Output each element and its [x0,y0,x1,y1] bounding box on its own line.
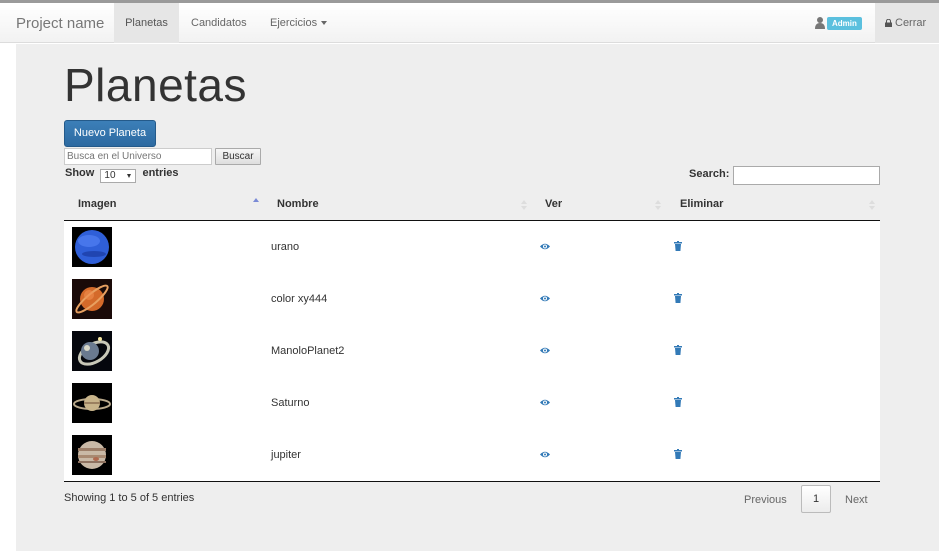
page-title: Planetas [64,59,248,111]
column-header-nombre[interactable]: Nombre [277,198,319,210]
table-header: Imagen Nombre Ver Eliminar [64,190,880,221]
planet-name: color xy444 [271,293,328,305]
user-badge[interactable]: Admin [827,17,862,30]
user-icon [815,17,825,29]
eye-icon[interactable] [540,450,550,459]
table-body: urano color xy444 ManoloPlanet2 Saturno [64,221,880,481]
planet-thumbnail [72,331,112,371]
nav-item-candidatos[interactable]: Candidatos [191,3,247,43]
table-row: urano [64,221,880,273]
universe-search-input[interactable] [64,148,212,165]
eye-icon[interactable] [540,346,550,355]
planet-name: urano [271,241,300,253]
planet-thumbnail [72,279,112,319]
table-row: jupiter [64,429,880,481]
pagination-previous[interactable]: Previous [744,494,787,506]
entries-select[interactable]: 10 [100,169,137,183]
planets-table: Imagen Nombre Ver Eliminar urano color x… [64,190,880,481]
nav-item-ejercicios-label: Ejercicios [270,17,318,29]
lock-icon [885,19,892,27]
length-prefix: Show [65,167,95,179]
pagination-next[interactable]: Next [845,494,868,506]
trash-icon[interactable] [674,241,682,251]
brand-link[interactable]: Project name [16,15,104,32]
chevron-down-icon [321,21,328,26]
column-header-ver[interactable]: Ver [545,198,562,210]
table-row: Saturno [64,377,880,429]
table-bottom-border [64,481,880,482]
nav-item-planetas[interactable]: Planetas [114,3,179,43]
new-planet-button[interactable]: Nuevo Planeta [64,120,156,147]
planet-name: Saturno [271,397,310,409]
column-header-imagen[interactable]: Imagen [78,198,117,210]
trash-icon[interactable] [674,449,682,459]
table-row: ManoloPlanet2 [64,325,880,377]
trash-icon[interactable] [674,293,682,303]
trash-icon[interactable] [674,397,682,407]
planet-name: jupiter [271,449,301,461]
column-header-eliminar[interactable]: Eliminar [680,198,723,210]
pagination-page-1[interactable]: 1 [801,485,831,513]
search-button[interactable]: Buscar [215,148,261,165]
planet-thumbnail [72,435,112,475]
sort-both-icon [869,200,875,210]
length-control: Show 10 entries [65,167,179,183]
table-row: color xy444 [64,273,880,325]
entries-select-value: 10 [104,170,116,181]
planet-thumbnail [72,227,112,267]
planet-thumbnail [72,383,112,423]
trash-icon[interactable] [674,345,682,355]
sort-both-icon [521,200,527,210]
logout-label: Cerrar [895,17,927,29]
sort-asc-icon [253,198,259,202]
table-info: Showing 1 to 5 of 5 entries [64,492,195,504]
logout-button[interactable]: Cerrar [875,3,939,43]
eye-icon[interactable] [540,242,550,251]
planet-name: ManoloPlanet2 [271,345,345,357]
table-search-input[interactable] [733,166,880,185]
dropdown-arrow-icon [127,174,132,178]
eye-icon[interactable] [540,294,550,303]
navbar: Project name Planetas Candidatos Ejercic… [0,3,939,43]
nav-item-ejercicios[interactable]: Ejercicios [270,3,328,43]
eye-icon[interactable] [540,398,550,407]
sort-both-icon [655,200,661,210]
table-search-label: Search: [689,168,730,180]
length-suffix: entries [142,167,179,179]
